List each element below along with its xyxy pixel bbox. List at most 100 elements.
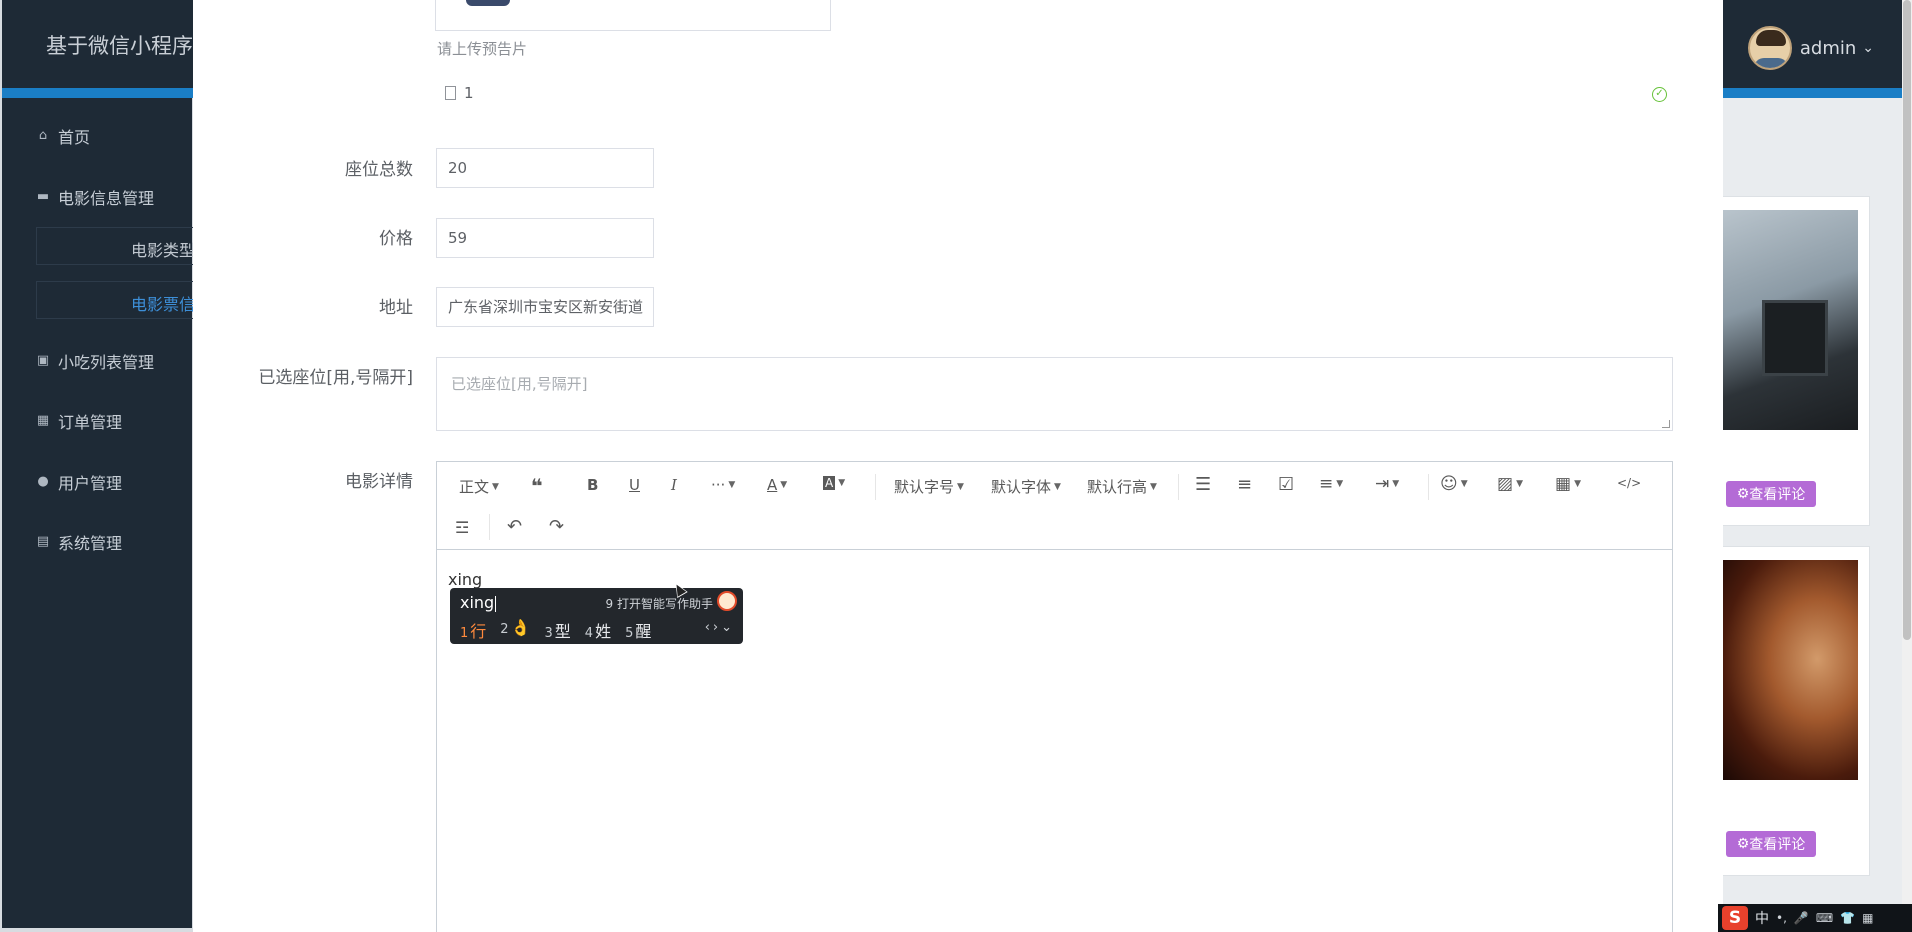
emoji-dropdown[interactable]: ☺ ▼	[1440, 474, 1468, 494]
numbered-list-icon[interactable]: ≡	[1237, 474, 1252, 495]
underline-icon[interactable]: U	[629, 476, 640, 494]
bulleted-list-icon[interactable]: ☰	[1195, 474, 1211, 495]
image-icon: ▨	[1497, 474, 1514, 494]
sidebar-item-label: 电影票信	[130, 295, 195, 314]
candidate-number: 1	[460, 626, 469, 641]
sidebar: ⌂ 首页 ▬ 电影信息管理 电影类型 电影票信 ▣ 小吃列表管理 ▦ 订单管理 …	[2, 98, 196, 928]
settings-icon: ▤	[36, 534, 50, 549]
skin-icon[interactable]: 👕	[1840, 911, 1855, 925]
toolbox-icon[interactable]: ▦	[1862, 911, 1873, 925]
candidate-number: 4	[584, 626, 594, 641]
sidebar-subitem-movie-type[interactable]: 电影类型	[36, 227, 196, 265]
user-name[interactable]: admin	[1800, 38, 1856, 59]
font-color-dropdown[interactable]: A ▼	[767, 476, 787, 494]
paragraph-style-label: 正文	[459, 478, 490, 496]
price-input[interactable]: 59	[436, 218, 654, 258]
ime-mode-label[interactable]: 中	[1755, 908, 1769, 928]
sidebar-item-users[interactable]: ● 用户管理	[36, 470, 122, 494]
align-dropdown[interactable]: ≡ ▼	[1319, 474, 1343, 494]
toolbar-divider	[1428, 474, 1429, 500]
code-icon[interactable]: </>	[1617, 476, 1641, 490]
caret-down-icon: ▼	[838, 478, 846, 488]
gear-icon: ⚙	[1736, 486, 1750, 502]
ime-candidate[interactable]: 3型	[545, 618, 571, 642]
view-comments-button[interactable]: ⚙ 查看评论	[1726, 481, 1816, 507]
todo-list-icon[interactable]: ☑	[1278, 474, 1294, 495]
ime-status-tray[interactable]: S 中 •, 🎤 ⌨ 👕 ▦	[1718, 904, 1912, 932]
ime-candidate[interactable]: 5醒	[625, 618, 651, 642]
sidebar-subitem-movie-ticket[interactable]: 电影票信	[36, 281, 196, 319]
bold-icon[interactable]: B	[587, 476, 598, 494]
ime-page-nav[interactable]: ‹›⌄	[705, 620, 735, 635]
scrollbar-thumb[interactable]	[1903, 0, 1911, 640]
sidebar-item-orders[interactable]: ▦ 订单管理	[36, 409, 122, 433]
italic-icon[interactable]: I	[671, 476, 677, 494]
toolbar-divider	[875, 474, 876, 500]
trailer-upload-area[interactable]	[435, 0, 831, 31]
seats-label: 座位总数	[345, 160, 413, 180]
indent-icon: ⇥	[1375, 474, 1390, 494]
image-dropdown[interactable]: ▨ ▼	[1497, 474, 1523, 494]
line-height-dropdown[interactable]: 默认行高 ▼	[1087, 476, 1157, 497]
quote-icon[interactable]: ❝	[531, 474, 543, 498]
selected-seats-textarea[interactable]: 已选座位[用,号隔开]	[436, 357, 1673, 431]
caret-down-icon: ▼	[1150, 481, 1157, 492]
view-comments-button[interactable]: ⚙ 查看评论	[1726, 831, 1816, 857]
ime-assist-link[interactable]: 9 打开智能写作助手	[606, 595, 713, 612]
sidebar-item-snacks[interactable]: ▣ 小吃列表管理	[36, 349, 154, 373]
redo-icon[interactable]: ↷	[549, 516, 564, 537]
candidate-text: 姓	[595, 622, 612, 641]
background-color-dropdown[interactable]: A ▼	[823, 476, 845, 490]
uploaded-file-name[interactable]: 1	[464, 84, 474, 102]
indent-dropdown[interactable]: ⇥ ▼	[1375, 474, 1399, 494]
font-size-label: 默认字号	[894, 478, 955, 496]
undo-icon[interactable]: ↶	[507, 516, 522, 537]
user-menu[interactable]: admin ⌄	[1747, 26, 1874, 70]
keyboard-icon[interactable]: ⌨	[1816, 911, 1833, 925]
address-input[interactable]: 广东省深圳市宝安区新安街道	[436, 287, 654, 327]
candidate-text: 醒	[635, 622, 652, 641]
ime-candidate[interactable]: 4姓	[585, 618, 611, 642]
font-family-dropdown[interactable]: 默认字体 ▼	[991, 476, 1061, 497]
ime-composition: xing	[460, 593, 497, 612]
caret-down-icon: ▼	[1392, 479, 1400, 489]
editor-content[interactable]: xing	[448, 570, 482, 589]
sidebar-item-label: 首页	[58, 128, 91, 147]
user-icon: ●	[37, 474, 49, 489]
ime-candidate-popup[interactable]: xing 9 打开智能写作助手 1行 2 👌 3型 4姓 5醒 ‹›⌄	[450, 588, 743, 644]
caret-down-icon: ▼	[492, 481, 499, 492]
table-icon: ▦	[1555, 474, 1572, 494]
app-brand: 基于微信小程序	[46, 34, 193, 58]
avatar[interactable]	[1747, 26, 1792, 70]
ime-candidate[interactable]: 2 👌	[500, 618, 530, 642]
sogou-logo-icon[interactable]: S	[1722, 906, 1748, 930]
font-size-dropdown[interactable]: 默认字号 ▼	[894, 476, 964, 497]
divider-line-icon[interactable]: ☲	[455, 518, 469, 537]
paragraph-style-dropdown[interactable]: 正文 ▼	[459, 476, 499, 497]
resize-handle[interactable]	[1662, 420, 1670, 428]
line-height-label: 默认行高	[1087, 478, 1148, 496]
check-circle-icon: ✓	[1652, 87, 1667, 102]
folder-icon: ▬	[36, 189, 50, 204]
bag-icon: ▣	[36, 353, 50, 368]
candidate-text: 👌	[510, 618, 531, 637]
sidebar-item-movie-info[interactable]: ▬ 电影信息管理	[36, 185, 154, 209]
chevron-down-icon[interactable]: ⌄	[1862, 40, 1874, 56]
sidebar-item-label: 订单管理	[58, 413, 123, 432]
document-icon	[445, 86, 456, 100]
table-dropdown[interactable]: ▦ ▼	[1555, 474, 1581, 494]
sidebar-item-home[interactable]: ⌂ 首页	[36, 124, 90, 148]
uploaded-file-item[interactable]: 1	[445, 84, 474, 102]
ime-candidate[interactable]: 1行	[460, 618, 486, 642]
rich-text-editor[interactable]: 正文 ▼ ❝ B U I ··· ▼ A ▼ A ▼ 默认字号 ▼ 默认字体 ▼ 默认行高 ▼…	[436, 461, 1673, 932]
seats-input[interactable]: 20	[436, 148, 654, 188]
toolbar-divider	[489, 514, 490, 540]
microphone-icon[interactable]: 🎤	[1794, 911, 1809, 925]
page-scrollbar[interactable]	[1902, 0, 1912, 932]
selected-seats-placeholder: 已选座位[用,号隔开]	[451, 375, 588, 393]
sidebar-item-system[interactable]: ▤ 系统管理	[36, 530, 122, 554]
button-label: 查看评论	[1749, 487, 1806, 503]
more-style-dropdown[interactable]: ··· ▼	[711, 476, 735, 494]
punctuation-icon[interactable]: •,	[1776, 911, 1787, 925]
assistant-icon[interactable]	[717, 591, 737, 611]
